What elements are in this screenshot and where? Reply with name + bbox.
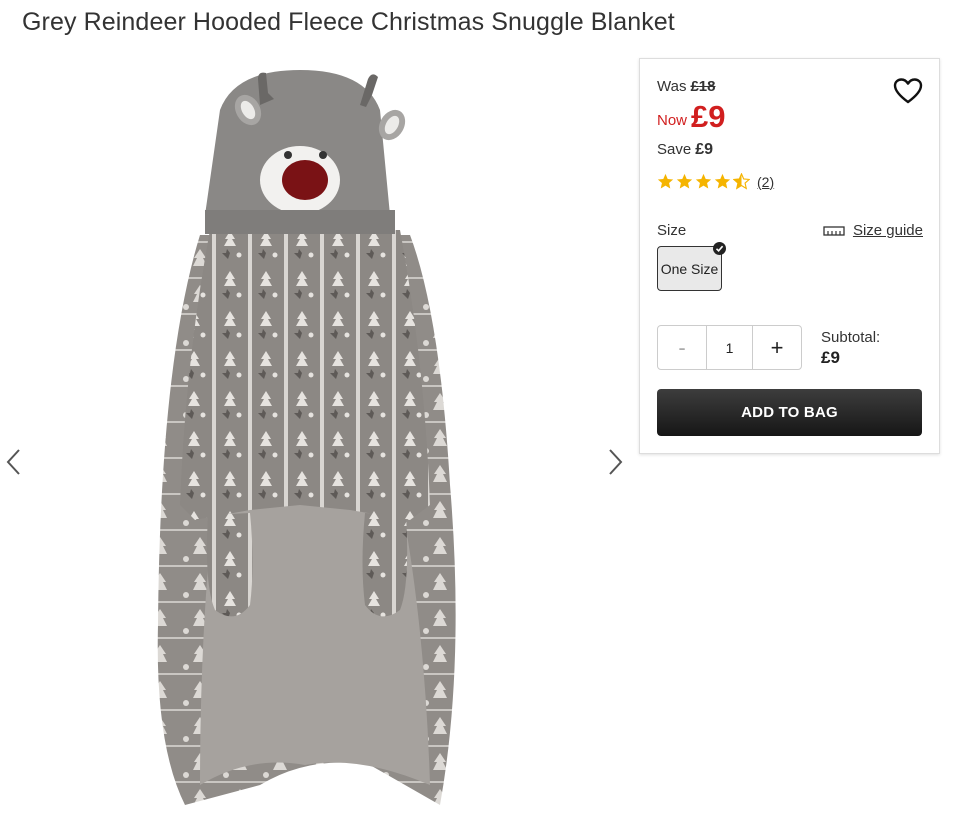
- subtotal-value: £9: [821, 348, 840, 367]
- was-label: Was: [657, 78, 687, 95]
- star-icon: [714, 173, 731, 189]
- star-icon: [695, 173, 712, 189]
- product-gallery: [0, 60, 630, 821]
- page-title: Grey Reindeer Hooded Fleece Christmas Sn…: [22, 8, 675, 36]
- now-price: Now £9: [657, 99, 726, 135]
- chevron-left-icon[interactable]: [2, 442, 26, 482]
- subtotal-label: Subtotal:: [821, 329, 881, 346]
- star-icon: [676, 173, 693, 189]
- star-icon: [657, 173, 674, 189]
- half-star-icon: [733, 173, 750, 190]
- now-price-value: £9: [691, 99, 726, 134]
- quantity-stepper: - 1 +: [657, 325, 802, 370]
- chevron-right-icon[interactable]: [603, 442, 627, 482]
- heart-icon[interactable]: [893, 77, 923, 105]
- size-guide-link[interactable]: Size guide: [823, 222, 923, 239]
- review-count-link[interactable]: (2): [757, 174, 774, 190]
- size-label: Size: [657, 222, 687, 239]
- increase-quantity-button[interactable]: +: [753, 326, 801, 369]
- save-label: Save: [657, 141, 692, 158]
- rating-stars: (2): [657, 173, 774, 190]
- was-price: Was £18: [657, 78, 715, 95]
- product-image: [157, 70, 456, 805]
- purchase-panel: Was £18 Now £9 Save £9 (2) Size Size guide: [639, 58, 940, 454]
- size-guide-label: Size guide: [852, 222, 923, 239]
- was-price-value: £18: [690, 78, 716, 95]
- quantity-input[interactable]: 1: [706, 326, 753, 369]
- check-icon: [713, 242, 726, 255]
- decrease-quantity-button[interactable]: -: [658, 326, 706, 369]
- size-option-label: One Size: [660, 260, 719, 277]
- size-option-one-size[interactable]: One Size: [657, 242, 726, 291]
- save-amount: Save £9: [657, 141, 713, 159]
- save-value: £9: [695, 141, 713, 158]
- now-label: Now: [657, 112, 688, 129]
- add-to-bag-button[interactable]: ADD TO BAG: [657, 389, 922, 436]
- ruler-icon: [823, 225, 845, 236]
